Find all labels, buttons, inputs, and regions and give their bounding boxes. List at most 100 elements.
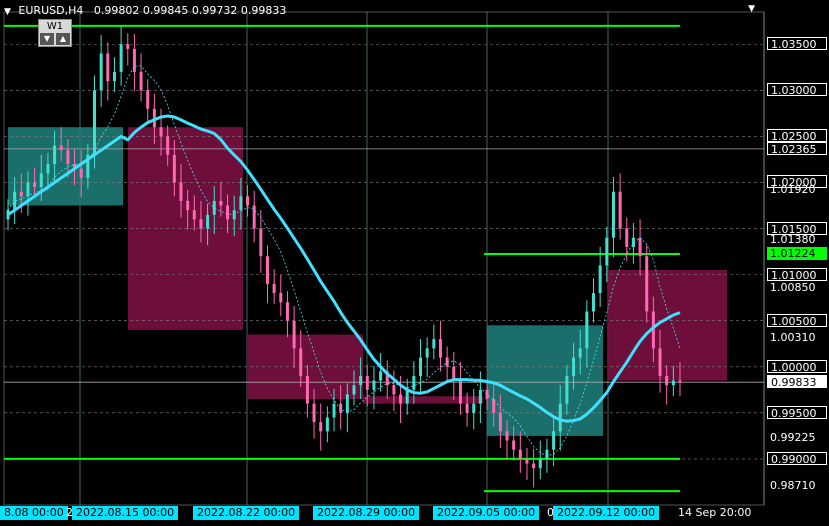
candle-body xyxy=(638,237,642,257)
candle-body xyxy=(518,449,522,459)
candle-body xyxy=(285,302,289,321)
bull-zone xyxy=(8,127,123,206)
price-axis-label: 0.99500 xyxy=(767,405,827,420)
candle-body xyxy=(219,200,223,206)
price-axis-label: 1.00310 xyxy=(770,331,816,345)
candle-body xyxy=(392,385,396,395)
candle-body xyxy=(186,200,190,211)
plot-border xyxy=(3,11,765,506)
candle-body xyxy=(478,389,482,404)
candle-body xyxy=(532,463,536,469)
candle-body xyxy=(292,320,296,349)
time-axis-label: 2022.08.22 00:00 xyxy=(193,506,300,520)
timeframe-up-icon[interactable]: ▲ xyxy=(56,33,70,45)
candle-body xyxy=(112,71,116,82)
candle-body xyxy=(665,375,669,386)
ohlc-open: 0.99802 xyxy=(93,4,140,17)
time-axis-label: 2022.09.05 00:00 xyxy=(433,506,540,520)
candle-body xyxy=(325,417,329,432)
candle-body xyxy=(671,380,675,386)
dropdown-triangle-icon[interactable]: ▼ xyxy=(4,7,11,17)
time-axis-label: 2022.08.15 00:00 xyxy=(72,506,179,520)
ohlc-low: 0.99732 xyxy=(191,4,238,17)
corner-triangle-icon[interactable]: ▼ xyxy=(748,4,755,14)
candle-body xyxy=(372,380,376,390)
candle-body xyxy=(39,173,43,188)
candle-body xyxy=(92,90,96,155)
price-axis-label: 1.01380 xyxy=(770,232,816,246)
candle-body xyxy=(425,348,429,358)
candle-body xyxy=(332,403,336,418)
candle-body xyxy=(485,389,489,400)
candle-body xyxy=(419,357,423,376)
candle-body xyxy=(578,348,582,358)
candle-body xyxy=(246,196,250,206)
timeframe-widget[interactable]: W1 ▼ ▲ xyxy=(38,19,72,47)
candle-body xyxy=(232,210,236,220)
price-axis-label: 1.02500 xyxy=(767,129,827,143)
candle-body xyxy=(658,348,662,376)
candle-body xyxy=(458,380,462,404)
candle-body xyxy=(179,182,183,201)
time-axis-label: 2022.08.29 00:00 xyxy=(313,506,420,520)
candle-body xyxy=(239,196,243,211)
candle-body xyxy=(166,136,170,155)
time-axis-label: 8.08 00:00 xyxy=(0,506,68,520)
candle-body xyxy=(53,145,57,165)
candle-body xyxy=(552,431,556,450)
candle-body xyxy=(259,228,263,257)
candle-body xyxy=(605,237,609,266)
candle-body xyxy=(432,339,436,349)
candle-body xyxy=(412,375,416,390)
candle-body xyxy=(33,182,37,188)
candle-body xyxy=(26,182,30,197)
candle-body xyxy=(279,293,283,303)
candle-body xyxy=(199,219,203,229)
candle-body xyxy=(226,205,230,220)
candle-body xyxy=(126,44,130,49)
candle-body xyxy=(119,44,123,72)
candle-body xyxy=(472,403,476,413)
candle-body xyxy=(272,283,276,294)
candle-body xyxy=(512,440,516,450)
candle-body xyxy=(558,403,562,432)
candle-body xyxy=(585,311,589,349)
price-axis-label: 1.00000 xyxy=(767,359,827,374)
symbol-name: EURUSD,H4 xyxy=(18,4,84,17)
candle-body xyxy=(611,191,615,238)
price-axis-label: 1.00500 xyxy=(767,313,827,328)
candle-body xyxy=(598,265,602,294)
price-axis-label: 1.03500 xyxy=(767,37,827,51)
candle-body xyxy=(365,375,369,390)
candle-body xyxy=(592,293,596,312)
price-axis-label: 1.01000 xyxy=(767,267,827,282)
candle-body xyxy=(345,394,349,413)
candle-body xyxy=(99,53,103,91)
candle-body xyxy=(379,371,383,381)
candle-body xyxy=(46,164,50,174)
candle-body xyxy=(678,380,682,383)
candle-body xyxy=(192,210,196,220)
candle-body xyxy=(545,449,549,459)
candle-body xyxy=(66,150,70,165)
candle-body xyxy=(359,375,363,386)
price-axis-label: 1.01920 xyxy=(770,182,816,196)
price-axis-label: 0.99833 xyxy=(767,375,827,389)
candle-body xyxy=(498,412,502,432)
price-axis-label: 1.02365 xyxy=(767,141,827,156)
price-chart[interactable] xyxy=(0,0,829,526)
candle-body xyxy=(505,431,509,441)
price-axis-label: 0.98710 xyxy=(770,478,816,492)
chart-area[interactable]: ▼ EURUSD,H4 0.99802 0.99845 0.99732 0.99… xyxy=(0,0,829,526)
candle-body xyxy=(265,256,269,284)
candle-body xyxy=(299,348,303,376)
candle-body xyxy=(159,127,163,137)
candle-body xyxy=(206,214,210,229)
candle-body xyxy=(572,357,576,376)
candle-body xyxy=(618,191,622,229)
candle-body xyxy=(19,191,23,197)
candle-body xyxy=(645,256,649,312)
candle-body xyxy=(465,403,469,413)
timeframe-down-icon[interactable]: ▼ xyxy=(40,33,54,45)
price-axis-label: 1.01224 xyxy=(767,246,827,260)
